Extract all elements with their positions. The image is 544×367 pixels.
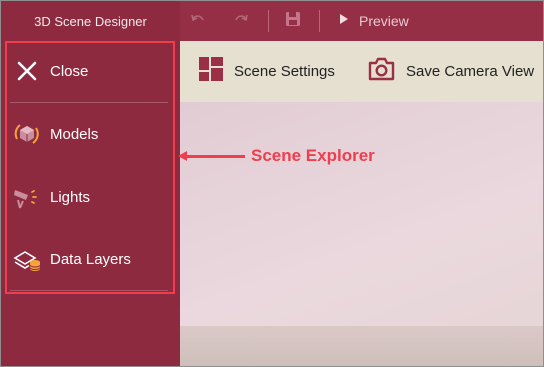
sidebar: 3D Scene Designer Close Models Lights Da…: [1, 1, 180, 366]
undo-icon: [190, 11, 206, 32]
sidebar-item-models[interactable]: Models: [9, 103, 169, 165]
cube-icon: [9, 116, 45, 152]
layers-icon: [9, 241, 45, 277]
viewport-ground: [180, 326, 543, 366]
preview-label: Preview: [359, 13, 409, 29]
app-window: 3D Scene Designer Close Models Lights Da…: [0, 0, 544, 367]
save-camera-view-label: Save Camera View: [406, 62, 535, 80]
spotlight-icon: [9, 179, 45, 215]
scene-settings-label: Scene Settings: [234, 62, 335, 80]
redo-icon: [233, 11, 249, 32]
app-title: 3D Scene Designer: [34, 14, 147, 29]
play-icon: [339, 12, 349, 30]
sidebar-item-label: Lights: [50, 188, 91, 206]
toolbar-separator: [268, 10, 269, 32]
callout-arrow-line: [185, 155, 245, 158]
sidebar-item-label: Data Layers: [50, 250, 131, 268]
sidebar-item-label: Models: [50, 125, 99, 143]
sidebar-item-label: Close: [50, 62, 89, 80]
close-icon: [9, 53, 45, 89]
scene-explorer-callout: Scene Explorer: [251, 146, 375, 165]
save-icon: [284, 10, 302, 33]
sidebar-item-close[interactable]: Close: [9, 40, 169, 102]
undo-button[interactable]: [190, 9, 206, 33]
scene-settings-button[interactable]: Scene Settings: [199, 54, 335, 88]
save-button[interactable]: [284, 9, 302, 33]
toolbar-separator: [319, 10, 320, 32]
divider: [10, 290, 168, 291]
top-bar: Preview: [180, 1, 543, 41]
sidebar-item-data-layers[interactable]: Data Layers: [9, 228, 169, 290]
dashboard-icon: [199, 56, 223, 86]
sidebar-item-lights[interactable]: Lights: [9, 166, 169, 228]
scene-viewport[interactable]: [180, 102, 543, 366]
save-camera-view-button[interactable]: Save Camera View: [368, 54, 534, 88]
camera-icon: [368, 57, 395, 86]
scene-toolbar: Scene Settings Save Camera View: [180, 41, 543, 103]
preview-button[interactable]: Preview: [339, 9, 409, 33]
redo-button[interactable]: [233, 9, 249, 33]
